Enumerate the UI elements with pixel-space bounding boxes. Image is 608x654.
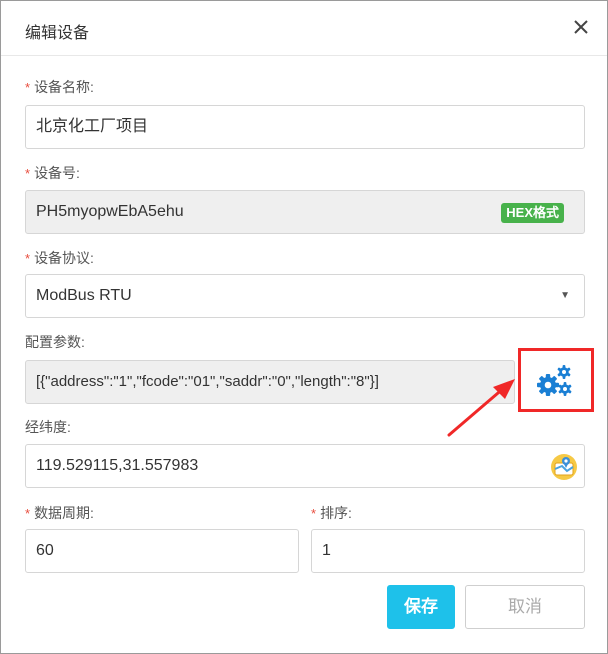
coords-label: 经纬度: [25,419,71,435]
device-no-label: * 设备号: [25,165,80,181]
device-name-input[interactable]: 北京化工厂项目 [25,105,585,149]
caret-down-icon: ▼ [560,290,570,301]
period-label: * 数据周期: [25,505,94,521]
dialog-title: 编辑设备 [25,25,90,42]
sort-input[interactable]: 1 [311,529,585,573]
close-icon[interactable] [571,17,591,37]
annotation-arrow [447,379,515,437]
required-mark: * [25,251,31,266]
protocol-label: * 设备协议: [25,250,94,266]
save-button[interactable]: 保存 [387,585,455,629]
required-mark: * [25,506,31,521]
protocol-select[interactable]: ModBus RTU ▼ [25,274,585,318]
map-location-icon[interactable] [550,453,578,481]
config-label: 配置参数: [25,334,85,350]
required-mark: * [25,166,31,181]
required-mark: * [25,80,31,95]
required-mark: * [311,506,317,521]
hex-format-badge[interactable]: HEX格式 [501,203,564,223]
device-name-label: * 设备名称: [25,79,94,95]
cancel-button[interactable]: 取消 [465,585,585,629]
dialog-header: 编辑设备 [1,1,607,56]
period-input[interactable]: 60 [25,529,299,573]
edit-device-dialog: 编辑设备 * 设备名称: 北京化工厂项目 * 设备号: PH5myopwEbA5eh… [0,0,608,654]
device-no-input[interactable]: PH5myopwEbA5ehu HEX格式 [25,190,585,234]
gears-icon[interactable] [534,363,574,399]
coords-input[interactable]: 119.529115,31.557983 [25,444,585,488]
sort-label: * 排序: [311,505,352,521]
